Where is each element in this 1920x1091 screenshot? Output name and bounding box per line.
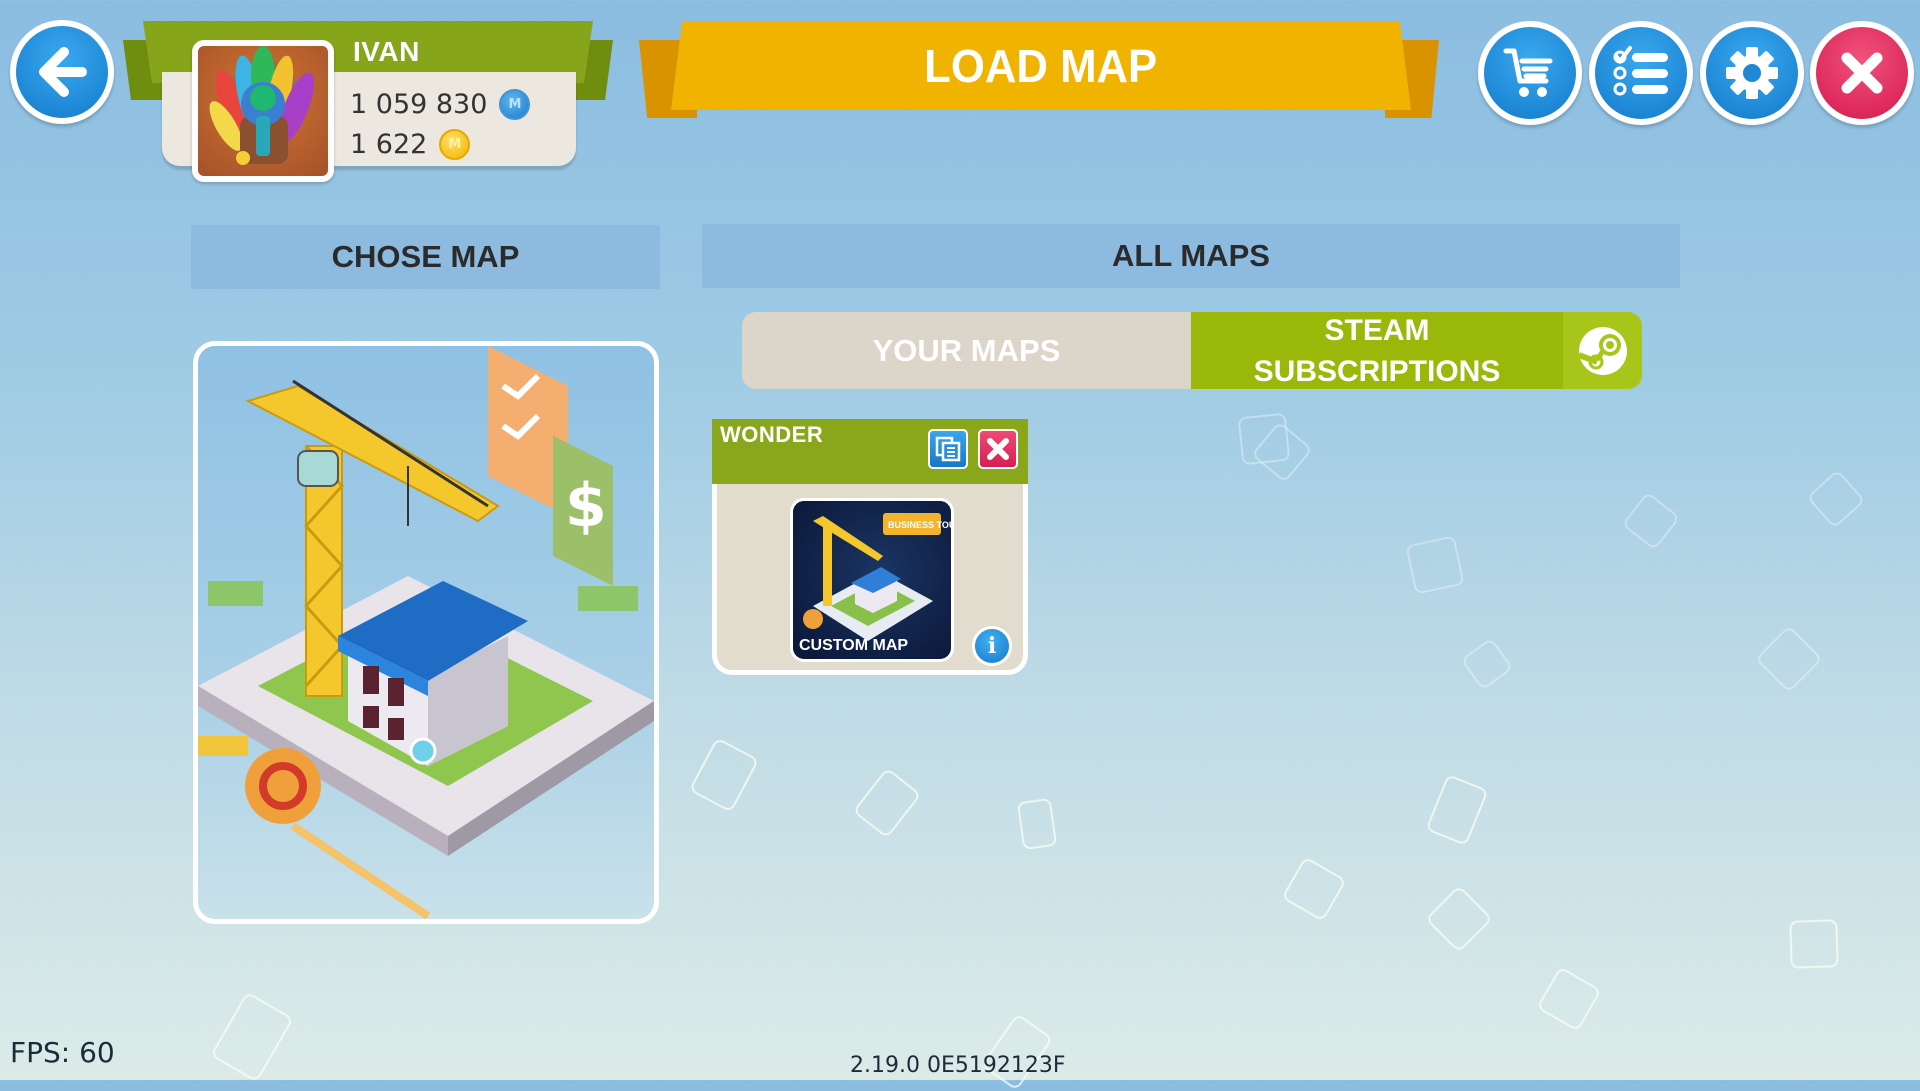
delete-map-button[interactable] (978, 429, 1018, 469)
map-card-header: WONDER (712, 419, 1028, 484)
tab-your-maps-label: YOUR MAPS (872, 332, 1061, 368)
coins-display: 1 622 M (350, 129, 471, 160)
map-thumbnail[interactable]: BUSINESS TOUR CUSTOM MAP (790, 498, 954, 662)
copy-icon (935, 436, 961, 462)
copy-map-button[interactable] (928, 429, 968, 469)
steam-button[interactable] (1563, 312, 1642, 389)
info-icon: i (987, 633, 997, 659)
page-title: LOAD MAP (924, 40, 1158, 92)
mask-avatar-icon (209, 46, 315, 165)
shop-button[interactable] (1478, 21, 1582, 125)
steam-icon (1577, 326, 1627, 375)
back-arrow-icon (39, 47, 87, 97)
chose-map-title: CHOSE MAP (331, 239, 520, 274)
fps-counter: FPS: 60 (10, 1036, 115, 1069)
tab-your-maps[interactable]: YOUR MAPS (742, 312, 1191, 389)
blue-coin-icon: M (499, 89, 531, 120)
checklist-icon (1613, 46, 1668, 96)
settings-button[interactable] (1700, 21, 1804, 125)
map-source-tabs: YOUR MAPS STEAM SUBSCRIPTIONS (742, 312, 1642, 389)
svg-text:$: $ (565, 471, 607, 541)
all-maps-header: ALL MAPS (702, 224, 1680, 288)
map-card[interactable]: WONDER BUSINESS TOUR CUSTOM MAP (712, 419, 1028, 675)
player-name: IVAN (353, 36, 420, 67)
custom-map-thumbnail-icon: BUSINESS TOUR (803, 513, 951, 641)
map-info-button[interactable]: i (972, 626, 1012, 666)
map-name: WONDER (720, 422, 824, 447)
map-preview-illustration-icon: $ (198, 346, 654, 919)
avatar[interactable] (192, 40, 334, 182)
map-preview: $ (193, 341, 659, 924)
all-maps-title: ALL MAPS (1112, 238, 1270, 273)
thumbnail-label: CUSTOM MAP (799, 637, 909, 654)
delete-icon (987, 438, 1009, 460)
money-value: 1 059 830 (350, 89, 488, 120)
coins-value: 1 622 (350, 129, 428, 160)
version-label: 2.19.0 0E5192123F (850, 1053, 1066, 1078)
chose-map-header: CHOSE MAP (191, 225, 660, 289)
close-button[interactable] (1810, 21, 1914, 125)
thumbnail-badge: BUSINESS TOUR (888, 520, 951, 530)
quests-button[interactable] (1589, 21, 1693, 125)
close-icon (1841, 52, 1883, 94)
money-display: 1 059 830 M (350, 89, 531, 120)
tab-steam-subscriptions[interactable]: STEAM SUBSCRIPTIONS (1191, 312, 1563, 389)
gear-icon (1726, 47, 1778, 99)
tab-steam-label-line2: SUBSCRIPTIONS (1253, 354, 1501, 388)
tab-steam-label-line1: STEAM (1324, 313, 1430, 347)
back-button[interactable] (10, 20, 114, 124)
gold-coin-icon: M (439, 129, 471, 160)
cart-icon (1503, 48, 1553, 97)
